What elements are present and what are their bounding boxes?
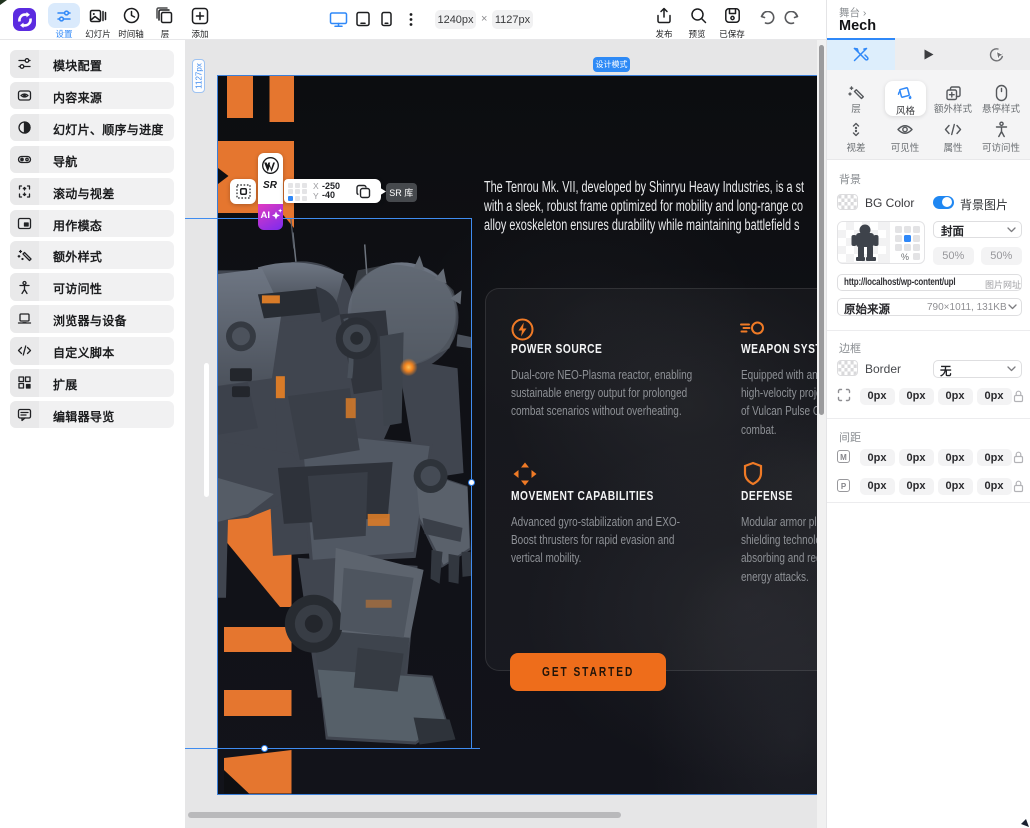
svg-text:1127px: 1127px xyxy=(194,63,203,89)
